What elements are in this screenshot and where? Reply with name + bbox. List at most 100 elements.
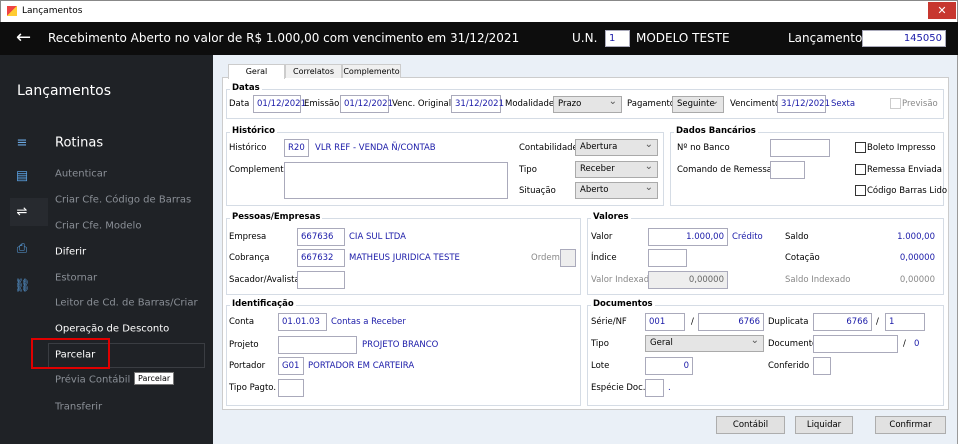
indice-input[interactable]	[648, 249, 687, 267]
historico-code-input[interactable]: R20	[284, 139, 309, 157]
situacao-label: Situação	[519, 186, 556, 196]
conta-desc: Contas a Receber	[331, 317, 406, 327]
data-input[interactable]: 01/12/2021	[253, 95, 306, 113]
valor-input[interactable]: 1.000,00	[648, 228, 728, 246]
especie-doc-input[interactable]	[645, 379, 664, 397]
venc-original-label: Venc. Original	[392, 99, 452, 109]
sidebar-title: Lançamentos	[17, 83, 112, 99]
empresa-input[interactable]: 667636	[297, 228, 345, 246]
sacador-input[interactable]	[297, 271, 345, 289]
situacao-select[interactable]: Aberto	[575, 180, 658, 199]
network-icon[interactable]: ⛓	[14, 279, 31, 294]
conta-input[interactable]: 01.01.03	[278, 313, 327, 331]
valor-indexado-label: Valor Indexado	[591, 275, 655, 285]
historico-desc: VLR REF - VENDA Ñ/CONTAB	[315, 143, 436, 153]
transfer-icon[interactable]: ⇌	[14, 205, 30, 220]
tab-geral[interactable]: Geral	[228, 64, 285, 79]
lancamento-input[interactable]: 145050	[862, 30, 946, 47]
menu-icon[interactable]: ≡	[14, 136, 30, 151]
window-titlebar: Lançamentos	[0, 0, 958, 22]
window-title: Lançamentos	[22, 6, 83, 16]
group-title-identificacao: Identificação	[230, 299, 296, 309]
cobranca-input[interactable]: 667632	[297, 249, 345, 267]
serie-input[interactable]: 001	[645, 313, 685, 331]
doc-tipo-label: Tipo	[591, 339, 609, 349]
sidebar-item-transferir[interactable]: Transferir	[55, 402, 102, 413]
remessa-enviada-checkbox[interactable]	[855, 164, 866, 175]
portador-label: Portador	[229, 361, 266, 371]
sidebar-item-criar-modelo[interactable]: Criar Cfe. Modelo	[55, 221, 141, 232]
sidebar-item-previa-contabil[interactable]: Prévia Contábil	[55, 375, 130, 386]
documento-suffix: 0	[914, 339, 920, 349]
conferido-input[interactable]	[813, 357, 831, 375]
un-name: MODELO TESTE	[636, 31, 730, 45]
sacador-label: Sacador/Avalista	[229, 275, 300, 285]
sidebar: Lançamentos ≡ ▤ ⇌ ⎙ ⛓ Rotinas Autenticar…	[0, 55, 213, 444]
serie-slash: /	[691, 317, 694, 327]
tipo-select[interactable]: Receber	[575, 159, 658, 178]
contabil-button[interactable]: Contábil	[716, 416, 785, 434]
tooltip: Parcelar	[134, 372, 175, 385]
sidebar-item-diferir[interactable]: Diferir	[55, 247, 86, 258]
portador-desc: PORTADOR EM CARTEIRA	[308, 361, 415, 371]
saldo-value: 1.000,00	[897, 232, 935, 242]
cobranca-name: MATHEUS JURIDICA TESTE	[349, 253, 460, 263]
emissao-input[interactable]: 01/12/2021	[340, 95, 393, 113]
codigo-barras-lido-label: Código Barras Lido	[867, 186, 948, 196]
complemento-textarea[interactable]	[284, 162, 508, 199]
tab-complemento[interactable]: Complemento	[342, 64, 401, 78]
ordem-input[interactable]	[560, 249, 576, 267]
codigo-barras-lido-checkbox[interactable]	[855, 185, 866, 196]
group-title-valores: Valores	[591, 212, 631, 222]
remessa-enviada-label: Remessa Enviada	[867, 165, 942, 175]
especie-doc-label: Espécie Doc.	[591, 383, 646, 393]
confirmar-button[interactable]: Confirmar	[875, 416, 946, 434]
contabilidade-select[interactable]: Abertura	[575, 137, 658, 156]
venc-original-input[interactable]: 31/12/2021	[451, 95, 504, 113]
cotacao-value: 0,00000	[899, 253, 935, 263]
saldo-indexado-label: Saldo Indexado	[785, 275, 851, 285]
pagamento-select[interactable]: Seguinte	[672, 94, 724, 113]
group-title-documentos: Documentos	[591, 299, 655, 309]
sidebar-item-criar-codigo-barras[interactable]: Criar Cfe. Código de Barras	[55, 195, 191, 206]
data-label: Data	[229, 99, 250, 109]
doc-tipo-select[interactable]: Geral	[645, 333, 764, 352]
no-banco-input[interactable]	[770, 139, 830, 157]
historico-label: Histórico	[229, 143, 267, 153]
tipo-pagto-input[interactable]	[278, 379, 304, 397]
lote-label: Lote	[591, 361, 610, 371]
credito-label: Crédito	[732, 232, 763, 242]
group-title-historico: Histórico	[230, 126, 277, 136]
documento-input[interactable]	[813, 335, 898, 353]
sidebar-item-estornar[interactable]: Estornar	[55, 273, 97, 284]
projeto-input[interactable]	[278, 336, 357, 354]
duplicata-label: Duplicata	[768, 317, 809, 327]
modalidade-select[interactable]: Prazo	[553, 94, 622, 113]
documento-label: Documento	[768, 339, 818, 349]
portador-input[interactable]: G01	[278, 357, 304, 375]
highlight-box	[31, 338, 110, 369]
liquidar-button[interactable]: Liquidar	[795, 416, 853, 434]
back-arrow-icon[interactable]: ←	[16, 27, 31, 48]
sidebar-item-leitor[interactable]: Leitor de Cd. de Barras/Criar	[55, 298, 198, 309]
conferido-label: Conferido	[768, 361, 810, 371]
sidebar-item-operacao-desconto[interactable]: Operação de Desconto	[55, 324, 169, 335]
previsao-checkbox[interactable]	[890, 98, 901, 109]
printer-icon[interactable]: ⎙	[14, 242, 30, 257]
nf-input[interactable]: 6766	[698, 313, 764, 331]
tab-correlatos[interactable]: Correlatos	[285, 64, 342, 78]
tipo-pagto-label: Tipo Pagto.	[229, 383, 277, 393]
boleto-impresso-checkbox[interactable]	[855, 142, 866, 153]
sidebar-item-autenticar[interactable]: Autenticar	[55, 169, 107, 180]
duplicata-parcela-input[interactable]: 1	[885, 313, 925, 331]
un-input[interactable]: 1	[605, 30, 630, 47]
comando-remessa-input[interactable]	[770, 161, 805, 179]
lote-input[interactable]: 0	[645, 357, 693, 375]
vencimento-input[interactable]: 31/12/2021	[777, 95, 830, 113]
document-icon[interactable]: ▤	[14, 169, 30, 184]
conta-label: Conta	[229, 317, 255, 327]
close-button[interactable]: ✕	[928, 2, 956, 19]
ordem-label: Ordem	[531, 253, 560, 263]
duplicata-input[interactable]: 6766	[813, 313, 872, 331]
comando-remessa-label: Comando de Remessa	[677, 165, 772, 175]
